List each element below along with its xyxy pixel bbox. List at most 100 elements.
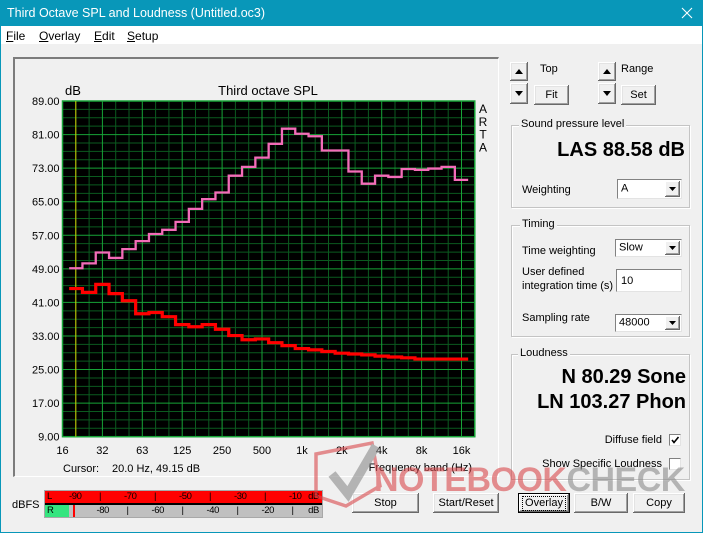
close-button[interactable] — [672, 0, 702, 26]
show-specific-loudness-checkbox[interactable] — [669, 458, 681, 470]
meter-scale-label: | — [236, 505, 239, 516]
loudness-sone-value: N 80.29 Sone — [561, 366, 686, 388]
set-button[interactable]: Set — [621, 85, 656, 105]
triangle-down-icon — [515, 91, 523, 96]
copy-button[interactable]: Copy — [633, 493, 685, 513]
range-up-button[interactable] — [598, 62, 616, 81]
triangle-up-icon — [515, 69, 523, 74]
meter-scale-label: | — [208, 491, 212, 502]
window-title: Third Octave SPL and Loudness (Untitled.… — [7, 6, 266, 20]
integration-time-input[interactable] — [616, 269, 682, 292]
integration-label-line1: User defined — [522, 266, 585, 278]
meter-row-right: R -80 | -60 | -40 | -20 | dB — [45, 505, 322, 517]
y-tick-label: 57.00 — [32, 230, 60, 242]
cursor-readout: 20.0 Hz, 49.15 dB — [112, 463, 200, 475]
fit-button[interactable]: Fit — [534, 85, 569, 105]
x-tick-label: 4k — [376, 445, 388, 457]
meter-scale-label: -40 — [206, 505, 220, 516]
triangle-up-icon — [603, 69, 611, 74]
x-tick-label: 2k — [336, 445, 348, 457]
sampling-rate-label: Sampling rate — [522, 312, 590, 324]
overlay-button[interactable]: Overlay — [518, 493, 570, 513]
meter-scale-label: -80 — [96, 505, 110, 516]
weighting-dropdown-button[interactable] — [665, 181, 680, 197]
menu-edit[interactable]: Edit — [94, 29, 115, 43]
meter-scale-label: -30 — [233, 491, 247, 502]
chevron-down-icon — [669, 187, 676, 191]
triangle-down-icon — [603, 91, 611, 96]
loudness-phon-value: LN 103.27 Phon — [537, 391, 686, 413]
meter-channel-label: R — [47, 505, 54, 516]
x-tick-label: 16 — [56, 445, 68, 457]
x-tick-label: 125 — [173, 445, 191, 457]
y-tick-label: 49.00 — [32, 264, 60, 276]
range-label: Range — [621, 63, 654, 75]
side-label: ARTA — [479, 102, 488, 154]
y-tick-label: 17.00 — [32, 398, 60, 410]
meter-scale-label: -90 — [68, 491, 82, 502]
range-down-button[interactable] — [598, 83, 616, 104]
bw-button[interactable]: B/W — [574, 493, 628, 513]
spl-legend: Sound pressure level — [519, 118, 627, 131]
sampling-rate-select[interactable]: 48000 — [615, 314, 682, 332]
meter-row-left: L -90 | -70 | -50 | -30 | -10 dB — [45, 491, 322, 503]
level-meter: L -90 | -70 | -50 | -30 | -10 dB R -80 | -60 | -40 | -20 |… — [44, 490, 323, 518]
meter-peak-marker-right — [73, 505, 76, 517]
las-value: LAS 88.58 dB — [557, 139, 685, 161]
chevron-down-icon — [669, 321, 676, 325]
side-label-letter: A — [479, 140, 487, 154]
stop-button[interactable]: Stop — [352, 493, 419, 513]
weighting-select[interactable]: A — [617, 179, 682, 199]
meter-scale-label: -20 — [261, 505, 275, 516]
chart-title: Third octave SPL — [218, 83, 318, 98]
app-window: Third Octave SPL and Loudness (Untitled.… — [0, 0, 703, 533]
meter-scale-label: | — [126, 505, 129, 516]
top-up-button[interactable] — [510, 62, 528, 81]
y-tick-label: 81.00 — [32, 130, 60, 142]
top-label: Top — [540, 63, 558, 75]
menu-setup[interactable]: Setup — [127, 29, 158, 43]
x-tick-label: 1k — [296, 445, 308, 457]
dbfs-label: dBFS — [12, 499, 40, 511]
start-reset-button[interactable]: Start/Reset — [433, 493, 499, 513]
x-tick-label: 8k — [416, 445, 428, 457]
weighting-value: A — [621, 182, 629, 195]
integration-label-line2: integration time (s) — [522, 280, 614, 292]
meter-scale-label: -10 — [288, 491, 302, 502]
x-tick-label: 63 — [136, 445, 148, 457]
x-axis-label: Frequency band (Hz) — [369, 462, 472, 474]
cursor-label: Cursor: — [63, 463, 99, 475]
meter-scale-label: | — [153, 491, 157, 502]
sampling-rate-value: 48000 — [619, 316, 650, 329]
diffuse-field-label: Diffuse field — [604, 434, 662, 446]
meter-scale-label: | — [263, 491, 267, 502]
menu-overlay[interactable]: Overlay — [39, 29, 80, 43]
close-icon — [681, 7, 693, 19]
x-tick-label: 32 — [96, 445, 108, 457]
time-weighting-select[interactable]: Slow — [615, 239, 682, 257]
meter-channel-label: L — [47, 491, 52, 502]
meter-scale-label: | — [181, 505, 184, 516]
meter-scale-label: -70 — [123, 491, 137, 502]
show-specific-loudness-label: Show Specific Loudness — [542, 458, 662, 470]
y-tick-label: 89.00 — [32, 96, 60, 108]
y-tick-label: 33.00 — [32, 331, 60, 343]
meter-scale-label: dB — [308, 505, 319, 516]
spl-chart[interactable]: 89.00 81.00 73.00 65.00 57.00 49.00 41.00 33.00… — [13, 57, 499, 477]
meter-scale-label: | — [98, 491, 102, 502]
top-down-button[interactable] — [510, 83, 528, 104]
time-weighting-dropdown-button[interactable] — [665, 241, 680, 255]
sampling-rate-dropdown-button[interactable] — [665, 316, 680, 330]
meter-scale-label: | — [291, 505, 294, 516]
y-tick-label: 41.00 — [32, 297, 60, 309]
y-tick-label: 25.00 — [32, 365, 60, 377]
menu-file[interactable]: File — [6, 29, 25, 43]
checkmark-icon — [671, 436, 680, 444]
title-bar: Third Octave SPL and Loudness (Untitled.… — [0, 0, 703, 26]
chevron-down-icon — [669, 246, 676, 250]
y-tick-label: 65.00 — [32, 197, 60, 209]
diffuse-field-checkbox[interactable] — [669, 434, 681, 446]
x-tick-label: 500 — [253, 445, 271, 457]
meter-scale-label: -50 — [178, 491, 192, 502]
time-weighting-value: Slow — [619, 241, 643, 254]
